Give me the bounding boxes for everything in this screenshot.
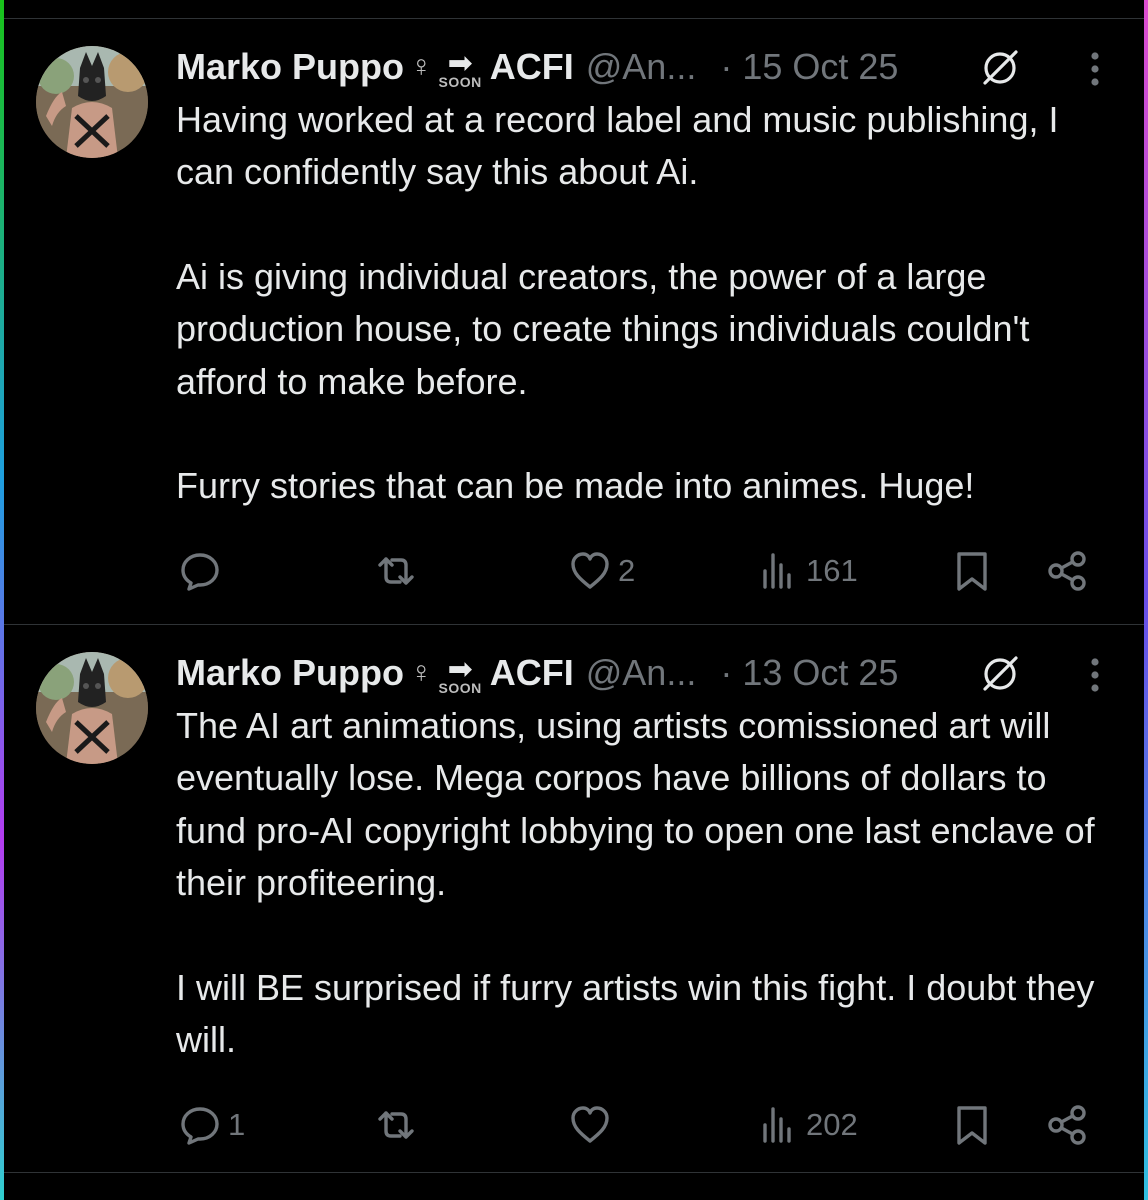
action-bar: 1 202 — [4, 1100, 1144, 1150]
left-edge-gradient — [0, 0, 4, 1200]
tweet-paragraph: Having worked at a record label and musi… — [176, 99, 1059, 193]
views-count: 161 — [806, 553, 858, 588]
like-count: 2 — [618, 553, 636, 588]
bar-chart-icon — [763, 553, 791, 589]
views-button[interactable]: 161 — [756, 546, 858, 596]
speech-bubble-icon — [181, 553, 219, 591]
like-button[interactable] — [568, 1100, 618, 1150]
right-edge-gradient — [1144, 0, 1148, 1200]
action-bar: 2 161 — [4, 546, 1144, 596]
post-date[interactable]: · 13 Oct 25 — [720, 652, 898, 694]
soon-badge: ➡ SOON — [438, 47, 482, 90]
more-dots-icon[interactable] — [1080, 656, 1110, 694]
user-handle[interactable]: @An... — [586, 46, 697, 88]
share-icon — [1048, 1105, 1086, 1145]
share-icon — [1048, 551, 1086, 591]
tweet-paragraph: The AI art animations, using artists com… — [176, 705, 1095, 904]
reply-button[interactable]: 1 — [178, 1100, 245, 1150]
repost-arrows-icon — [378, 557, 414, 585]
soon-label: SOON — [438, 74, 482, 90]
female-symbol: ♀ — [410, 50, 433, 83]
speech-bubble-icon — [181, 1107, 219, 1145]
grok-icon[interactable] — [980, 48, 1020, 88]
bookmark-button[interactable] — [950, 546, 994, 596]
tweet-paragraph: I will BE surprised if furry artists win… — [176, 966, 1095, 1061]
display-name[interactable]: Marko Puppo — [176, 652, 404, 694]
grok-icon[interactable] — [980, 654, 1020, 694]
avatar[interactable] — [36, 652, 148, 764]
female-symbol: ♀ — [410, 656, 433, 689]
reply-count: 1 — [228, 1107, 246, 1142]
share-button[interactable] — [1046, 546, 1090, 596]
tweet-text: Having worked at a record label and musi… — [176, 94, 1126, 512]
heart-icon — [571, 552, 609, 589]
avatar-image — [36, 652, 148, 764]
repost-arrows-icon — [378, 1111, 414, 1139]
bookmark-icon — [957, 1106, 987, 1145]
tweet-paragraph: Ai is giving individual creators, the po… — [176, 255, 1030, 402]
repost-button[interactable] — [374, 1100, 424, 1150]
bookmark-button[interactable] — [950, 1100, 994, 1150]
arrow-icon: ➡ — [447, 47, 473, 80]
post-date[interactable]: · 15 Oct 25 — [720, 46, 898, 88]
user-handle[interactable]: @An... — [586, 652, 697, 694]
bookmark-icon — [957, 552, 987, 591]
tweet-header: Marko Puppo ♀ ➡ SOON ACFI @An... · 15 Oc… — [176, 46, 1116, 90]
share-button[interactable] — [1046, 1100, 1090, 1150]
soon-label: SOON — [438, 680, 482, 696]
soon-badge: ➡ SOON — [438, 653, 482, 696]
display-name[interactable]: Marko Puppo — [176, 46, 404, 88]
divider — [4, 18, 1144, 19]
tweet-header: Marko Puppo ♀ ➡ SOON ACFI @An... · 13 Oc… — [176, 652, 1116, 696]
avatar-image — [36, 46, 148, 158]
more-dots-icon[interactable] — [1080, 50, 1110, 88]
bar-chart-icon — [763, 1107, 791, 1143]
heart-icon — [571, 1106, 609, 1143]
like-button[interactable]: 2 — [568, 546, 635, 596]
views-count: 202 — [806, 1107, 858, 1142]
arrow-icon: ➡ — [447, 653, 473, 686]
name-tag: ACFI — [489, 652, 574, 693]
repost-button[interactable] — [374, 546, 424, 596]
tweet-text: The AI art animations, using artists com… — [176, 700, 1126, 1066]
reply-button[interactable] — [178, 546, 228, 596]
divider — [4, 1172, 1144, 1173]
views-button[interactable]: 202 — [756, 1100, 858, 1150]
avatar[interactable] — [36, 46, 148, 158]
divider — [4, 624, 1144, 625]
name-tag: ACFI — [489, 46, 574, 87]
tweet-paragraph: Furry stories that can be made into anim… — [176, 465, 975, 507]
